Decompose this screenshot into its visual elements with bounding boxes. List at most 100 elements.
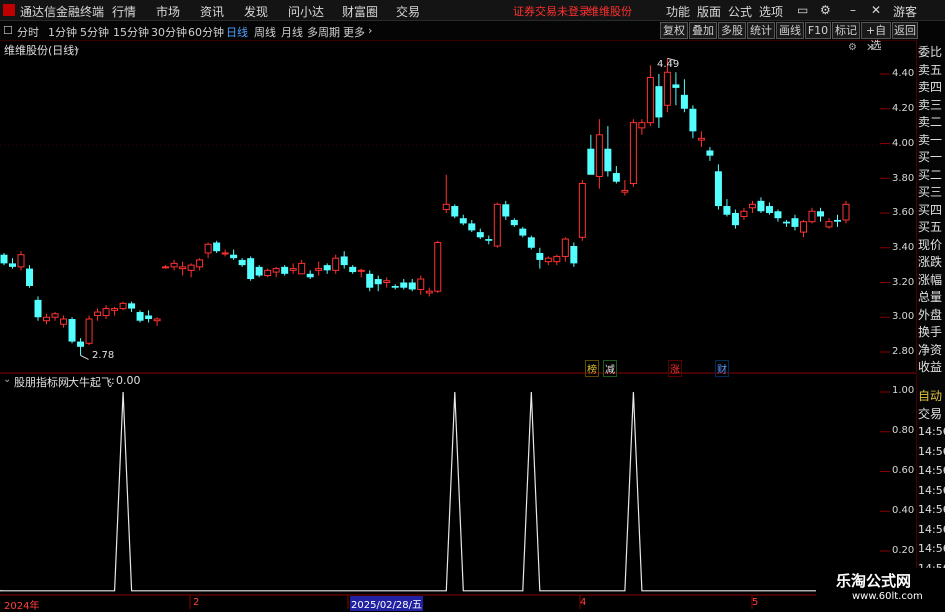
login-notice[interactable]: 证券交易未登录 [513,3,590,19]
chart-title: 维维股份(日线) [4,44,79,57]
quote-tab[interactable]: 委比 [918,44,945,61]
trade-time: 14:56 [918,522,945,536]
chart-menu-icon[interactable]: ⌄ [72,41,81,54]
candle-body [391,285,399,288]
candle-body [655,86,663,118]
period-daily[interactable]: 日线 [226,24,248,40]
display-icon[interactable]: ▭ [797,3,808,17]
quote-tab[interactable]: 换手 [918,324,945,341]
low-pointer [80,355,89,360]
menu-zixun[interactable]: 资讯 [200,3,224,20]
period-more[interactable]: 更多 [343,24,365,40]
candle-body [425,290,433,294]
candle-body [629,122,637,184]
candle-body [43,316,51,322]
candle-body [289,268,297,271]
quote-tab[interactable]: 买二 [918,167,945,184]
period-30min[interactable]: 30分钟 [151,24,187,40]
settings-icon[interactable]: ⚙ [820,3,831,17]
huaxian-button[interactable]: 画线 [776,22,804,39]
quote-tab[interactable]: 现价 [918,237,945,254]
candle-body [706,150,714,156]
menu-gongneng[interactable]: 功能 [666,3,690,20]
candle-body [638,122,646,129]
quote-tab[interactable]: 涨幅 [918,272,945,289]
menu-jiaoyi[interactable]: 交易 [396,3,420,20]
back-button[interactable]: 返回 [892,22,918,39]
candle-body [68,318,76,342]
event-tag[interactable]: 涨 [668,360,682,377]
period-weekly[interactable]: 周线 [254,24,276,40]
candle-body [748,203,756,209]
diejia-button[interactable]: 叠加 [689,22,717,39]
menu-banmian[interactable]: 版面 [697,3,721,20]
candle-body [536,252,544,260]
quote-tab[interactable]: 买五 [918,219,945,236]
tongji-button[interactable]: 统计 [747,22,775,39]
indicator-line [0,391,917,592]
period-15min[interactable]: 15分钟 [113,24,149,40]
candle-body [238,259,246,266]
period-1min[interactable]: 1分钟 [48,24,77,40]
auto-trade-toggle[interactable]: 自动 [918,388,945,405]
quote-tab[interactable]: 净资 [918,342,945,359]
indicator-menu-icon[interactable]: ⌄ [3,374,11,385]
candle-body [527,237,535,248]
quote-tab[interactable]: 涨跌 [918,254,945,271]
chevron-right-icon[interactable]: › [368,24,372,37]
quote-tab[interactable]: 总量 [918,289,945,306]
period-monthly[interactable]: 月线 [281,24,303,40]
quote-tab[interactable]: 买一 [918,149,945,166]
event-tag[interactable]: 榜 [585,360,599,377]
period-60min[interactable]: 60分钟 [188,24,224,40]
biaoji-button[interactable]: 标记 [832,22,860,39]
quote-tab[interactable]: 卖一 [918,132,945,149]
menu-shichang[interactable]: 市场 [156,3,180,20]
indicator-y-tick: 0.40 [892,505,915,516]
candle-body [621,189,629,193]
period-fenshi[interactable]: 分时 [17,24,39,40]
quote-tab[interactable]: 买四 [918,202,945,219]
minimize-icon[interactable]: – [850,3,856,17]
quote-tab[interactable]: 卖四 [918,79,945,96]
menu-xuanxiang[interactable]: 选项 [759,3,783,20]
trade-button[interactable]: 交易 [918,406,945,423]
duogu-button[interactable]: 多股 [718,22,746,39]
candle-body [842,203,850,221]
guest-label[interactable]: 游客 [893,3,917,20]
close-icon[interactable]: ✕ [871,3,881,17]
candle-body [459,218,467,224]
x-axis-label: 5 [752,597,759,608]
menu-wenxiaoda[interactable]: 问小达 [288,3,324,20]
kline-chart[interactable] [0,40,918,609]
y-tick-label: 4.00 [892,138,915,149]
f10-button[interactable]: F10 [805,22,831,39]
period-multi[interactable]: 多周期 [307,24,340,40]
event-tag[interactable]: 财 [715,360,729,377]
settings-icon[interactable]: ⚙ [848,42,857,53]
fuquan-button[interactable]: 复权 [660,22,688,39]
menu-hangqing[interactable]: 行情 [112,3,136,20]
candle-body [213,242,221,252]
layout-icon[interactable]: ☐ [3,24,13,37]
period-5min[interactable]: 5分钟 [80,24,109,40]
menu-gongshi[interactable]: 公式 [728,3,752,20]
candle-body [451,206,459,217]
menu-faxian[interactable]: 发现 [244,3,268,20]
menu-caifuquan[interactable]: 财富圈 [342,3,378,20]
quote-tab[interactable]: 外盘 [918,307,945,324]
candle-body [332,257,340,271]
quote-tab[interactable]: 买三 [918,184,945,201]
event-tag[interactable]: 减 [603,360,617,377]
quote-tab[interactable]: 收益 [918,359,945,376]
quote-tab[interactable]: 卖三 [918,97,945,114]
close-panel-icon[interactable]: ✕ [866,41,875,54]
candle-body [570,246,578,264]
quote-tab[interactable]: 卖二 [918,114,945,131]
add-watchlist-button[interactable]: +自选 [861,22,891,52]
candle-body [0,254,8,264]
candle-body [357,269,365,272]
candle-body [247,258,255,280]
candle-body [646,76,654,124]
quote-tab[interactable]: 卖五 [918,62,945,79]
